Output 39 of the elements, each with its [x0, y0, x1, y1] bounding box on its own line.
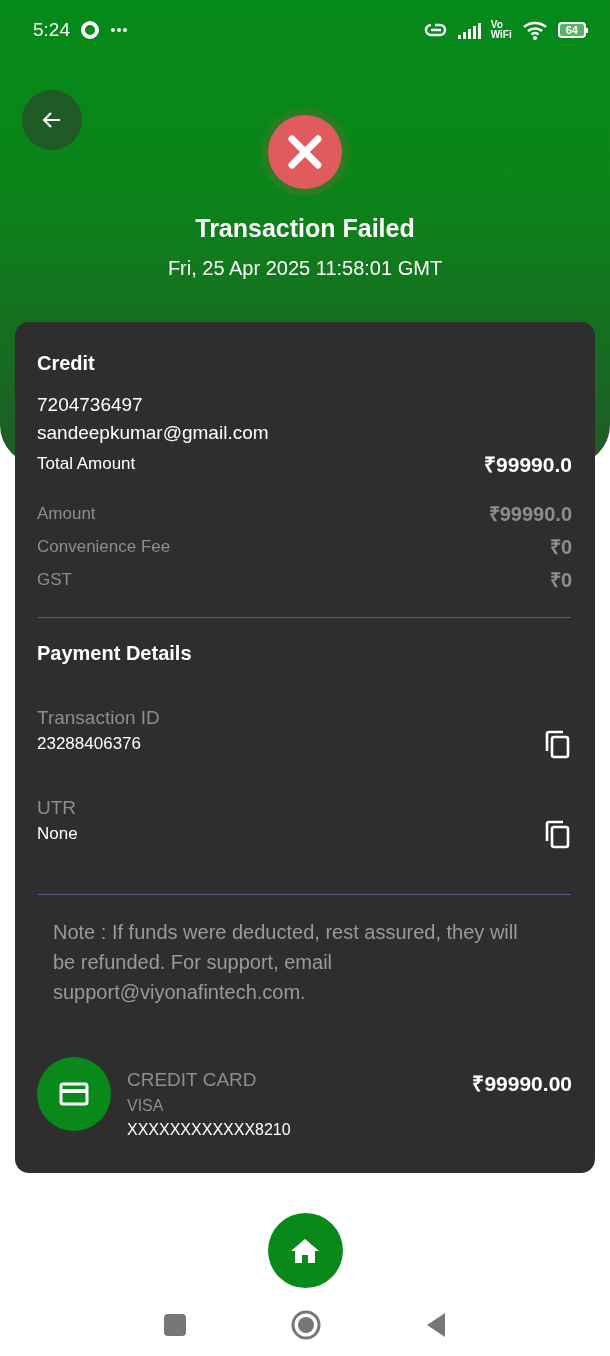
payment-type: CREDIT CARD — [127, 1069, 258, 1091]
phone-number: 7204736497 — [37, 394, 144, 416]
card-number: XXXXXXXXXXXX8210 — [127, 1121, 292, 1139]
total-label: Total Amount — [37, 454, 136, 474]
transaction-type: Credit — [37, 352, 96, 375]
wifi-icon — [521, 19, 548, 41]
payment-amount: ₹99990.00 — [472, 1071, 572, 1097]
more-icon — [110, 26, 128, 34]
home-nav-button[interactable] — [291, 1310, 321, 1340]
network-label: Vo WiFi — [490, 20, 512, 40]
copy-icon — [544, 819, 572, 849]
clock: 5:24 — [33, 19, 70, 41]
transaction-date: Fri, 25 Apr 2025 11:58:01 GMT — [166, 257, 444, 280]
ring-icon — [80, 20, 100, 40]
support-note: Note : If funds were deducted, rest assured, they will be refunded. For support, email support@viyonafintech.com. — [52, 920, 519, 1005]
field-value: 23288406376 — [37, 734, 141, 754]
field-label: Transaction ID — [37, 707, 161, 729]
copy-button[interactable] — [544, 729, 572, 759]
copy-button[interactable] — [544, 819, 572, 849]
card-network: VISA — [127, 1097, 165, 1115]
field-label: UTR — [37, 797, 78, 819]
section-title: Payment Details — [37, 642, 193, 665]
home-icon[interactable] — [290, 1237, 320, 1264]
amount-label: Convenience Fee — [37, 536, 171, 557]
amount-label: GST — [37, 569, 72, 590]
signal-icon — [457, 21, 481, 39]
amount-value: ₹0 — [549, 568, 572, 593]
field-value: None — [37, 824, 78, 844]
copy-icon — [544, 729, 572, 759]
amount-value: ₹99990.0 — [488, 502, 572, 527]
amount-label: Amount — [37, 503, 96, 524]
recents-button[interactable] — [163, 1313, 187, 1337]
amount-value: ₹0 — [549, 535, 572, 560]
email-address: sandeepkumar@gmail.com — [37, 422, 270, 444]
page-title: Transaction Failed — [194, 214, 416, 243]
credit-card-icon — [59, 1082, 89, 1106]
battery-indicator: 64 — [557, 22, 588, 38]
total-value: ₹99990.0 — [484, 452, 572, 478]
back-nav-button[interactable] — [425, 1312, 447, 1338]
